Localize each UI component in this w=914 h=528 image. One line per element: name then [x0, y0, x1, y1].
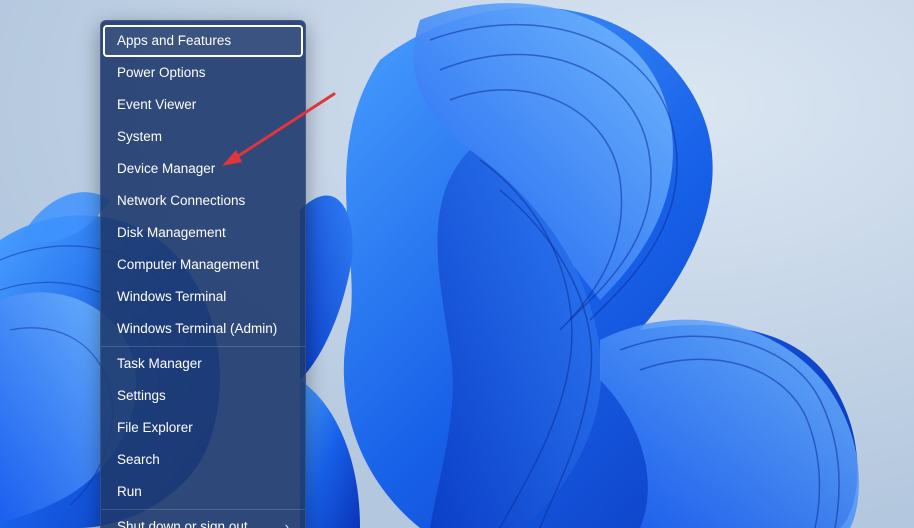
- menu-item-network-connections[interactable]: Network Connections: [103, 185, 303, 217]
- chevron-right-icon: ›: [284, 519, 289, 528]
- menu-item-settings[interactable]: Settings: [103, 380, 303, 412]
- menu-item-system[interactable]: System: [103, 121, 303, 153]
- menu-item-device-manager[interactable]: Device Manager: [103, 153, 303, 185]
- menu-item-disk-management[interactable]: Disk Management: [103, 217, 303, 249]
- menu-item-power-options[interactable]: Power Options: [103, 57, 303, 89]
- menu-item-search[interactable]: Search: [103, 444, 303, 476]
- menu-item-file-explorer[interactable]: File Explorer: [103, 412, 303, 444]
- menu-item-task-manager[interactable]: Task Manager: [103, 348, 303, 380]
- menu-item-shut-down-label: Shut down or sign out: [117, 519, 248, 528]
- desktop[interactable]: Apps and Features Power Options Event Vi…: [0, 0, 914, 528]
- menu-item-apps-and-features[interactable]: Apps and Features: [103, 25, 303, 57]
- quick-link-context-menu: Apps and Features Power Options Event Vi…: [100, 20, 306, 528]
- menu-item-run[interactable]: Run: [103, 476, 303, 508]
- menu-separator: [101, 509, 305, 510]
- menu-item-shut-down-or-sign-out[interactable]: Shut down or sign out ›: [103, 511, 303, 528]
- menu-separator: [101, 346, 305, 347]
- menu-item-windows-terminal-admin[interactable]: Windows Terminal (Admin): [103, 313, 303, 345]
- menu-item-event-viewer[interactable]: Event Viewer: [103, 89, 303, 121]
- menu-item-windows-terminal[interactable]: Windows Terminal: [103, 281, 303, 313]
- menu-item-computer-management[interactable]: Computer Management: [103, 249, 303, 281]
